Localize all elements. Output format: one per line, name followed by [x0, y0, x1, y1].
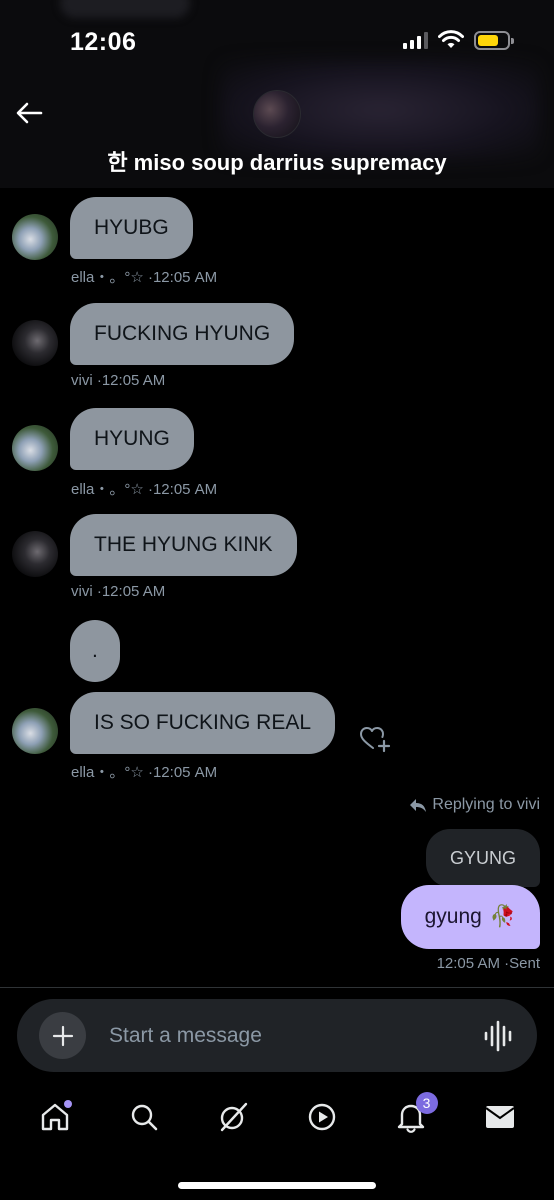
cellular-signal-icon: [403, 31, 428, 49]
sender-name: vivi: [71, 372, 93, 389]
sent-label: ·Sent: [504, 955, 540, 972]
message-time: ·12:05 AM: [147, 764, 218, 781]
plus-icon: [52, 1025, 73, 1046]
wifi-icon: [438, 30, 464, 48]
sender-name: ella・。°☆: [71, 764, 144, 781]
avatar-vivi[interactable]: [12, 320, 58, 366]
bottom-navigation: 3: [0, 1085, 554, 1149]
sent-time: 12:05 AM: [436, 955, 500, 972]
nav-search[interactable]: [119, 1092, 169, 1142]
status-icons: [403, 30, 514, 50]
message-time: ·12:05 AM: [147, 269, 218, 286]
wilted-rose-emoji: 🥀: [489, 905, 516, 928]
message-input[interactable]: [109, 999, 449, 1072]
sender-name: ella・。°☆: [71, 481, 144, 498]
nav-messages[interactable]: [475, 1092, 525, 1142]
message-meta: vivi ·12:05 AM: [71, 583, 165, 600]
message-meta: ella・。°☆ ·12:05 AM: [71, 761, 217, 782]
message-bubble[interactable]: .: [70, 620, 120, 682]
conversation-title[interactable]: 한 miso soup darrius supremacy: [0, 145, 554, 177]
group-avatar[interactable]: [253, 90, 301, 138]
message-time: ·12:05 AM: [96, 372, 166, 389]
play-icon: [308, 1103, 335, 1131]
notification-badge: 3: [415, 1092, 438, 1114]
divider: [0, 987, 554, 988]
replying-to-label: Replying to vivi: [409, 796, 540, 814]
battery-icon: [474, 30, 514, 50]
nav-videos[interactable]: [297, 1092, 347, 1142]
sent-status: 12:05 AM ·Sent: [437, 955, 540, 972]
my-message-text: gyung: [424, 905, 482, 928]
message-bubble[interactable]: HYUBG: [70, 197, 193, 259]
sender-name: ella・。°☆: [71, 269, 144, 286]
sender-name: vivi: [71, 583, 93, 600]
message-bubble[interactable]: FUCKING HYUNG: [70, 303, 295, 365]
blurred-notification: [60, 0, 190, 18]
back-arrow-icon[interactable]: [14, 98, 44, 128]
avatar-ella[interactable]: [12, 708, 58, 754]
message-composer: [17, 999, 537, 1072]
message-meta: ella・。°☆ ·12:05 AM: [71, 478, 217, 499]
avatar-vivi[interactable]: [12, 531, 58, 577]
status-time: 12:06: [70, 28, 137, 56]
quoted-message[interactable]: GYUNG: [426, 829, 540, 887]
nav-notifications[interactable]: 3: [386, 1092, 438, 1142]
avatar-ella[interactable]: [12, 214, 58, 260]
add-reaction-icon[interactable]: [359, 725, 391, 753]
my-message-bubble[interactable]: gyung 🥀: [400, 885, 540, 949]
search-icon: [131, 1104, 157, 1131]
message-meta: vivi ·12:05 AM: [71, 372, 165, 389]
message-meta: ella・。°☆ ·12:05 AM: [71, 266, 217, 287]
nav-home[interactable]: [30, 1092, 80, 1142]
grok-icon: [220, 1102, 247, 1132]
voice-message-icon[interactable]: [483, 1019, 513, 1053]
nav-grok[interactable]: [208, 1092, 258, 1142]
message-time: ·12:05 AM: [147, 481, 218, 498]
reply-arrow-icon: [410, 799, 427, 812]
message-bubble[interactable]: IS SO FUCKING REAL: [70, 692, 336, 754]
message-time: ·12:05 AM: [96, 583, 166, 600]
conversation-header: 12:06 한 miso soup darrius supremacy: [0, 0, 554, 188]
envelope-icon: [484, 1106, 515, 1128]
add-media-button[interactable]: [39, 1012, 86, 1059]
home-indicator: [178, 1182, 376, 1189]
avatar-ella[interactable]: [12, 425, 58, 471]
message-bubble[interactable]: THE HYUNG KINK: [70, 514, 297, 576]
message-bubble[interactable]: HYUNG: [70, 408, 194, 470]
home-unread-dot: [63, 1100, 72, 1108]
